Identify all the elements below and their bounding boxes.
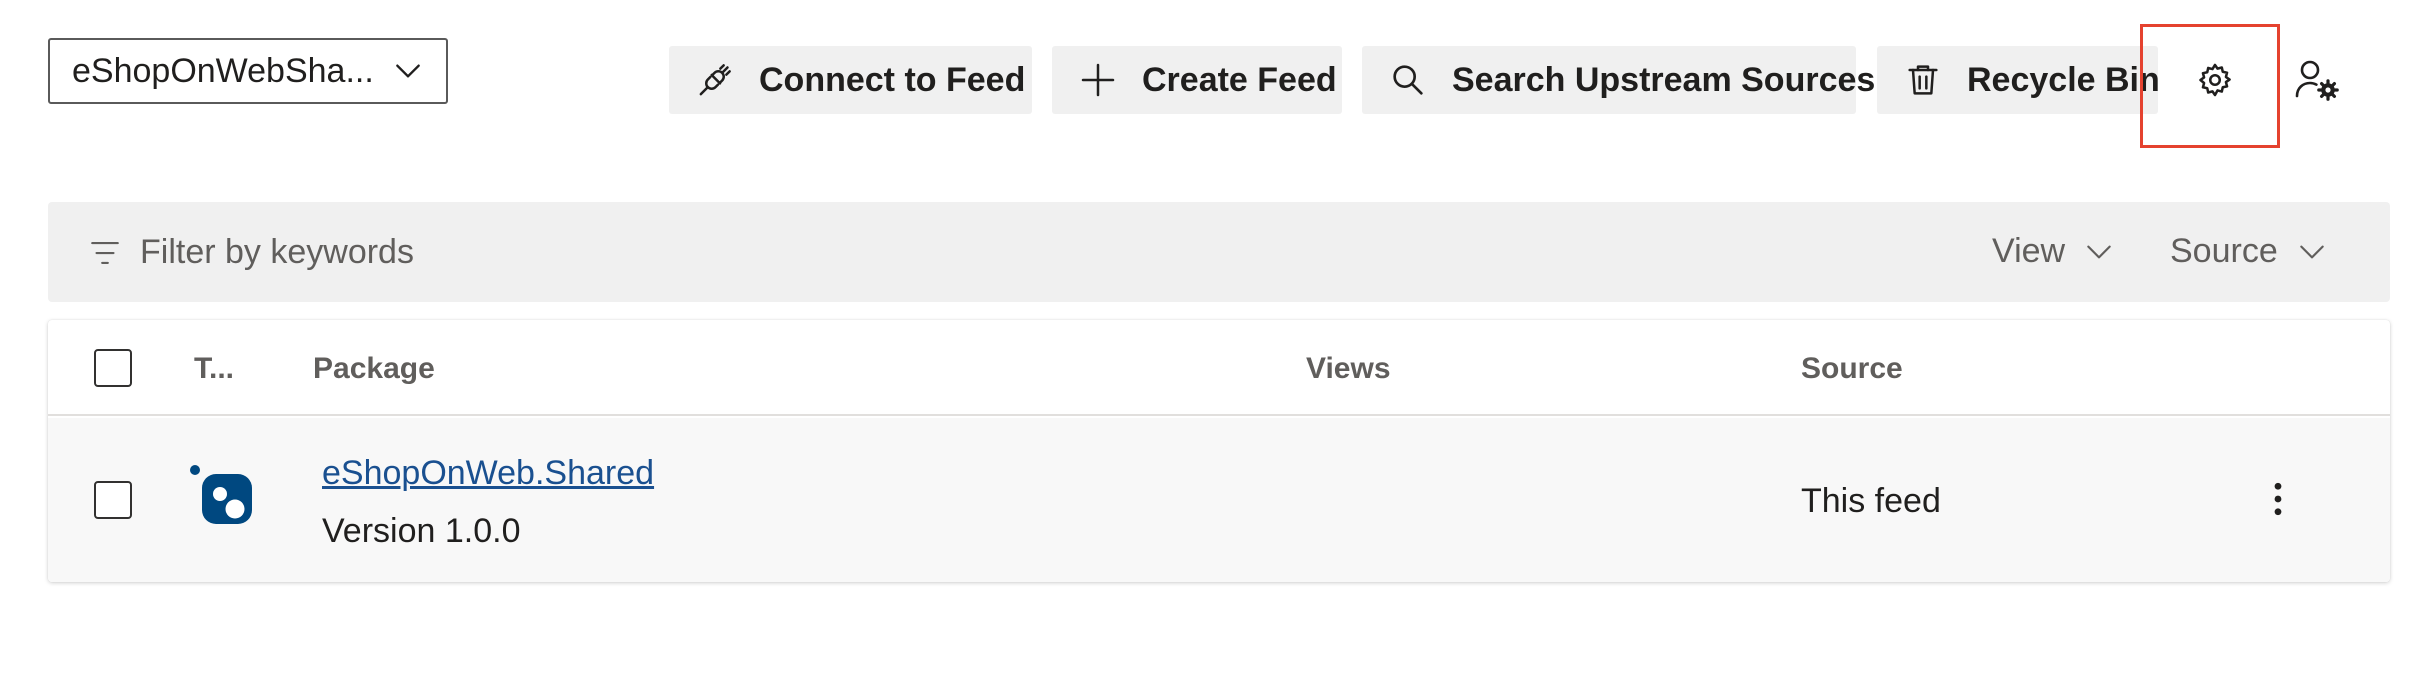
feed-selector[interactable]: eShopOnWebSha... bbox=[48, 38, 448, 104]
source-dropdown-label: Source bbox=[2170, 232, 2278, 270]
user-settings-icon bbox=[2295, 60, 2339, 101]
feed-settings-button[interactable] bbox=[2175, 40, 2255, 120]
recycle-bin-button[interactable]: Recycle Bin bbox=[1877, 46, 2160, 114]
chevron-down-icon bbox=[396, 64, 420, 78]
column-header-package[interactable]: Package bbox=[313, 352, 435, 386]
row-checkbox[interactable] bbox=[94, 481, 132, 519]
connect-to-feed-label: Connect to Feed bbox=[759, 60, 1026, 99]
create-feed-label: Create Feed bbox=[1142, 60, 1337, 99]
column-header-views[interactable]: Views bbox=[1306, 352, 1391, 386]
search-upstream-sources-button[interactable]: Search Upstream Sources bbox=[1362, 46, 1875, 114]
trash-icon bbox=[1908, 65, 1938, 95]
feed-selector-value: eShopOnWebSha... bbox=[72, 51, 374, 90]
filter-input[interactable] bbox=[140, 222, 1040, 282]
nuget-icon bbox=[190, 465, 252, 524]
plus-icon bbox=[1081, 63, 1115, 97]
search-icon bbox=[1393, 65, 1423, 95]
packages-table: T... Package Views Source eShopOnWeb.Sha… bbox=[48, 320, 2390, 582]
more-vertical-icon bbox=[2274, 482, 2282, 516]
chevron-down-icon bbox=[2300, 245, 2324, 258]
table-row[interactable]: eShopOnWeb.Shared Version 1.0.0 This fee… bbox=[48, 418, 2390, 582]
column-header-source[interactable]: Source bbox=[1801, 352, 1903, 386]
recycle-bin-label: Recycle Bin bbox=[1967, 60, 2160, 99]
chevron-down-icon bbox=[2087, 245, 2111, 258]
filter-icon bbox=[91, 242, 119, 264]
plug-icon bbox=[699, 64, 731, 96]
table-header: T... Package Views Source bbox=[48, 320, 2390, 416]
connect-to-feed-button[interactable]: Connect to Feed bbox=[669, 46, 1032, 114]
view-dropdown[interactable]: View bbox=[1992, 232, 2115, 271]
package-source: This feed bbox=[1801, 482, 1941, 520]
gear-icon bbox=[2199, 63, 2231, 97]
package-name-link[interactable]: eShopOnWeb.Shared bbox=[322, 454, 654, 493]
select-all-checkbox[interactable] bbox=[94, 349, 132, 387]
view-dropdown-label: View bbox=[1992, 232, 2066, 270]
package-version: Version 1.0.0 bbox=[322, 512, 521, 550]
filter-bar: View Source bbox=[48, 202, 2390, 302]
create-feed-button[interactable]: Create Feed bbox=[1052, 46, 1342, 114]
row-more-actions-button[interactable] bbox=[2258, 474, 2298, 524]
permissions-button[interactable] bbox=[2276, 40, 2356, 120]
source-dropdown[interactable]: Source bbox=[2170, 232, 2328, 271]
column-header-type[interactable]: T... bbox=[194, 352, 234, 386]
search-upstream-sources-label: Search Upstream Sources bbox=[1452, 60, 1876, 99]
